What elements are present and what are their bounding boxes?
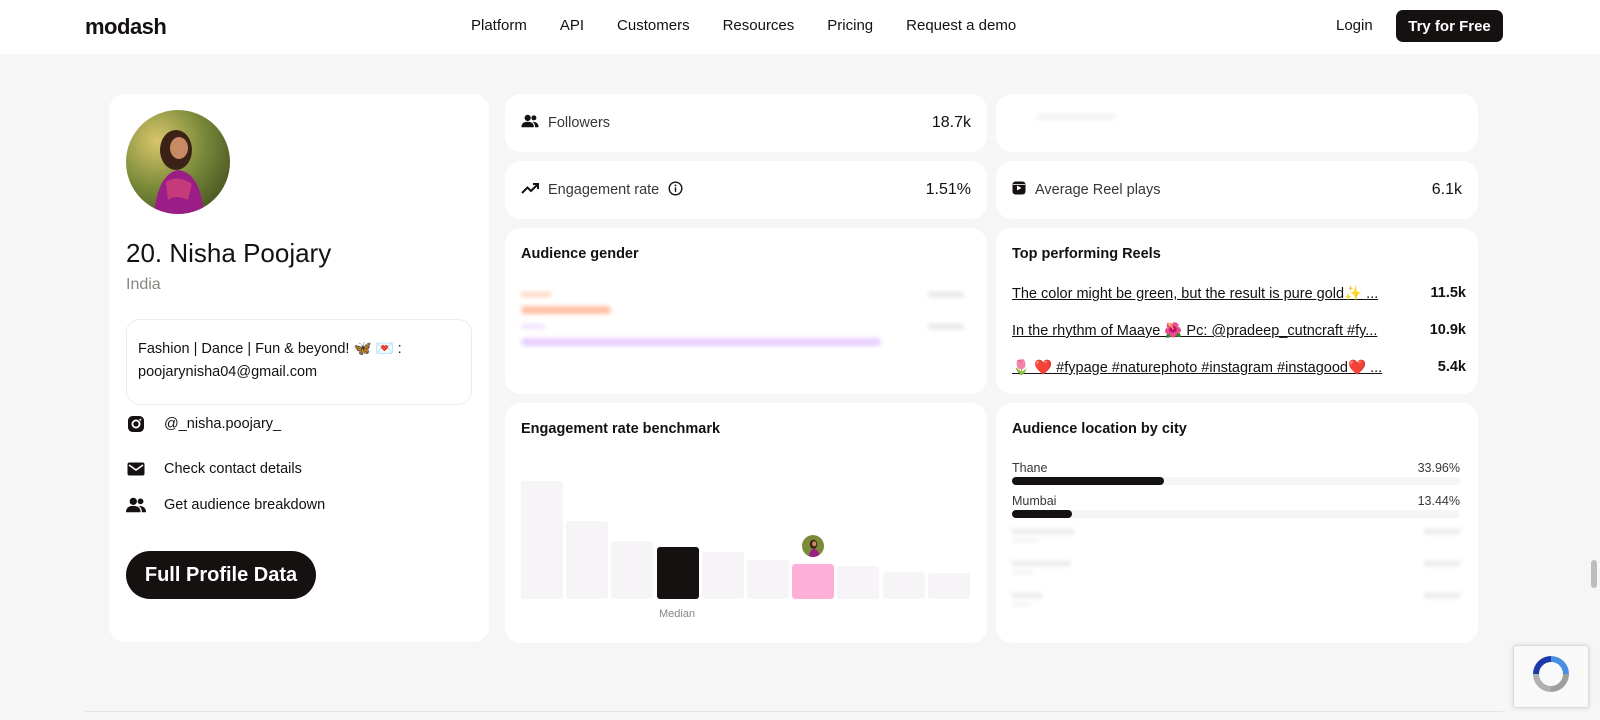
engagement-label: Engagement rate [548, 182, 660, 198]
blurred-stat-card [996, 94, 1478, 152]
nav-platform[interactable]: Platform [471, 17, 527, 34]
blurred-city [1012, 529, 1074, 534]
top-reels-title: Top performing Reels [1012, 246, 1161, 262]
blurred-city [1012, 561, 1070, 566]
profile-name: 20. Nisha Poojary [126, 238, 332, 268]
reel-plays-label: Average Reel plays [1035, 182, 1161, 198]
top-nav: modash Platform API Customers Resources … [0, 0, 1600, 54]
benchmark-bar [883, 572, 925, 599]
blurred-city-bar [1012, 539, 1038, 542]
users-icon [126, 495, 146, 515]
info-icon[interactable] [668, 180, 683, 200]
reel-title-link[interactable]: The color might be green, but the result… [1012, 285, 1408, 302]
reel-item: 🌷 ❤️ #fypage #naturephoto #instagram #in… [1012, 359, 1466, 376]
nav-pricing[interactable]: Pricing [827, 17, 873, 34]
city-bar [1012, 510, 1072, 518]
logo[interactable]: modash [85, 14, 167, 40]
benchmark-bar [521, 481, 563, 599]
profile-country: India [126, 276, 161, 293]
followers-icon [521, 114, 539, 132]
profile-card: 20. Nisha Poojary India Fashion | Dance … [109, 94, 489, 642]
reel-title-link[interactable]: 🌷 ❤️ #fypage #naturephoto #instagram #in… [1012, 359, 1408, 376]
median-label: Median [659, 608, 696, 620]
blurred-city-value [1424, 593, 1460, 598]
nav-resources[interactable]: Resources [723, 17, 795, 34]
audience-city-card: Audience location by city Thane 33.96% Mu… [996, 403, 1478, 643]
benchmark-bar [837, 566, 879, 599]
profile-marker-avatar [801, 534, 825, 558]
reel-icon [1012, 181, 1026, 199]
reel-title-link[interactable]: In the rhythm of Maaye 🌺 Pc: @pradeep_cu… [1012, 322, 1408, 339]
nav-request-demo[interactable]: Request a demo [906, 17, 1016, 34]
reel-plays-value: 6.1k [1431, 181, 1462, 198]
instagram-handle[interactable]: @_nisha.poojary_ [164, 416, 281, 432]
benchmark-bar [657, 547, 699, 599]
mail-icon [126, 459, 146, 479]
benchmark-bar [747, 560, 789, 599]
followers-card: Followers 18.7k [505, 94, 987, 152]
nav-links: Platform API Customers Resources Pricing… [471, 17, 1016, 34]
benchmark-bar [792, 564, 834, 599]
reel-plays-card: Average Reel plays 6.1k [996, 161, 1478, 219]
benchmark-bar [566, 521, 608, 599]
followers-value: 18.7k [931, 114, 971, 131]
city-name: Mumbai [1012, 494, 1057, 508]
blurred-city [1012, 593, 1042, 598]
engagement-card: Engagement rate 1.51% [505, 161, 987, 219]
city-value: 13.44% [1417, 494, 1460, 508]
blurred-city-value [1424, 529, 1460, 534]
gender-value-1 [928, 292, 964, 297]
gender-value-2 [928, 324, 964, 329]
scrollbar-thumb[interactable] [1591, 560, 1597, 588]
city-row: Thane 33.96% [1012, 461, 1460, 485]
instagram-icon [126, 414, 146, 434]
engagement-value: 1.51% [925, 181, 971, 198]
benchmark-title: Engagement rate benchmark [521, 421, 721, 437]
blurred-city-value [1424, 561, 1460, 566]
blurred-city-bar [1012, 603, 1030, 606]
top-reels-card: Top performing Reels The color might be … [996, 228, 1478, 394]
reel-views: 5.4k [1437, 359, 1466, 375]
blurred-city-bar [1012, 571, 1034, 574]
gender-bar-1 [521, 306, 611, 314]
audience-row[interactable]: Get audience breakdown [126, 495, 325, 515]
audience-gender-card: Audience gender [505, 228, 987, 394]
contact-row[interactable]: Check contact details [126, 459, 302, 479]
try-free-button[interactable]: Try for Free [1396, 10, 1503, 42]
audience-city-title: Audience location by city [1012, 421, 1187, 437]
city-value: 33.96% [1417, 461, 1460, 475]
reel-item: In the rhythm of Maaye 🌺 Pc: @pradeep_cu… [1012, 322, 1466, 339]
login-link[interactable]: Login [1336, 17, 1373, 34]
recaptcha-icon [1529, 652, 1573, 701]
audience-link[interactable]: Get audience breakdown [164, 497, 325, 513]
city-bar [1012, 477, 1164, 485]
followers-label: Followers [548, 115, 611, 131]
gender-label-2 [521, 324, 545, 329]
gender-label-1 [521, 292, 551, 297]
nav-api[interactable]: API [560, 17, 584, 34]
instagram-handle-row[interactable]: @_nisha.poojary_ [126, 414, 281, 434]
city-row: Mumbai 13.44% [1012, 494, 1460, 518]
nav-customers[interactable]: Customers [617, 17, 690, 34]
profile-bio: Fashion | Dance | Fun & beyond! 🦋 💌 : po… [126, 319, 472, 405]
full-profile-button[interactable]: Full Profile Data [126, 551, 316, 599]
benchmark-bar [928, 573, 970, 599]
reel-views: 10.9k [1429, 322, 1466, 338]
benchmark-bar [702, 552, 744, 599]
benchmark-bar [611, 541, 653, 599]
reel-views: 11.5k [1430, 285, 1467, 301]
reel-item: The color might be green, but the result… [1012, 285, 1466, 302]
gender-bar-2 [521, 338, 881, 346]
audience-gender-title: Audience gender [521, 246, 639, 262]
contact-link[interactable]: Check contact details [164, 461, 302, 477]
city-name: Thane [1012, 461, 1048, 475]
recaptcha-badge[interactable] [1513, 645, 1589, 708]
avatar [126, 110, 230, 214]
engagement-benchmark-card: Engagement rate benchmark Median [505, 403, 987, 643]
footer-divider [85, 711, 1503, 712]
blurred-placeholder [1036, 114, 1116, 120]
trend-up-icon [521, 181, 539, 199]
